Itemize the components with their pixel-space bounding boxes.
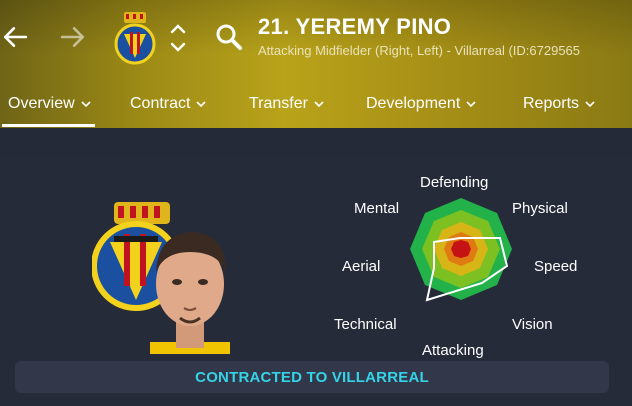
tab-label: Overview [8, 95, 75, 112]
radar-label-attacking: Attacking [422, 342, 484, 358]
radar-label-mental: Mental [354, 200, 400, 217]
arrow-left-icon [3, 27, 28, 47]
player-subtitle: Attacking Midfielder (Right, Left) - Vil… [258, 43, 581, 58]
tab-bar: Overview Contract Transfer Development R… [0, 86, 632, 128]
tab-transfer[interactable]: Transfer [249, 86, 324, 122]
chevron-down-icon [585, 101, 595, 108]
tab-development[interactable]: Development [366, 86, 476, 122]
chevron-updown-icon[interactable] [168, 18, 188, 58]
contract-status-text: CONTRACTED TO VILLARREAL [195, 368, 429, 386]
search-icon[interactable] [214, 22, 244, 52]
chevron-down-icon [196, 101, 207, 108]
chevron-down-icon [314, 101, 324, 108]
villarreal-crest-icon[interactable] [112, 10, 158, 66]
back-button[interactable] [0, 22, 30, 52]
chevron-down-icon [466, 101, 476, 108]
radar-label-physical: Physical [512, 200, 568, 217]
radar-label-speed: Speed [534, 258, 578, 275]
arrow-right-icon [60, 27, 85, 47]
page-title: 21. YEREMY PINO [258, 14, 452, 39]
radar-label-technical: Technical [334, 316, 397, 333]
tab-contract[interactable]: Contract [130, 86, 207, 122]
tab-label: Contract [130, 95, 191, 112]
player-portrait [150, 232, 230, 354]
section-divider [0, 128, 632, 154]
forward-button[interactable] [58, 22, 88, 52]
header: 21. YEREMY PINO Attacking Midfielder (Ri… [0, 0, 632, 128]
chevron-down-icon [81, 101, 91, 108]
attribute-radar: Defending Physical Speed Vision Attackin… [330, 170, 600, 358]
tab-reports[interactable]: Reports [523, 86, 595, 122]
contract-status-banner: CONTRACTED TO VILLARREAL [15, 361, 609, 393]
radar-label-defending: Defending [420, 174, 489, 191]
tab-label: Reports [523, 95, 580, 112]
radar-label-vision: Vision [512, 316, 553, 333]
radar-label-aerial: Aerial [342, 258, 381, 275]
tab-overview[interactable]: Overview [2, 86, 95, 127]
tab-label: Development [366, 95, 461, 112]
tab-label: Transfer [249, 95, 308, 112]
